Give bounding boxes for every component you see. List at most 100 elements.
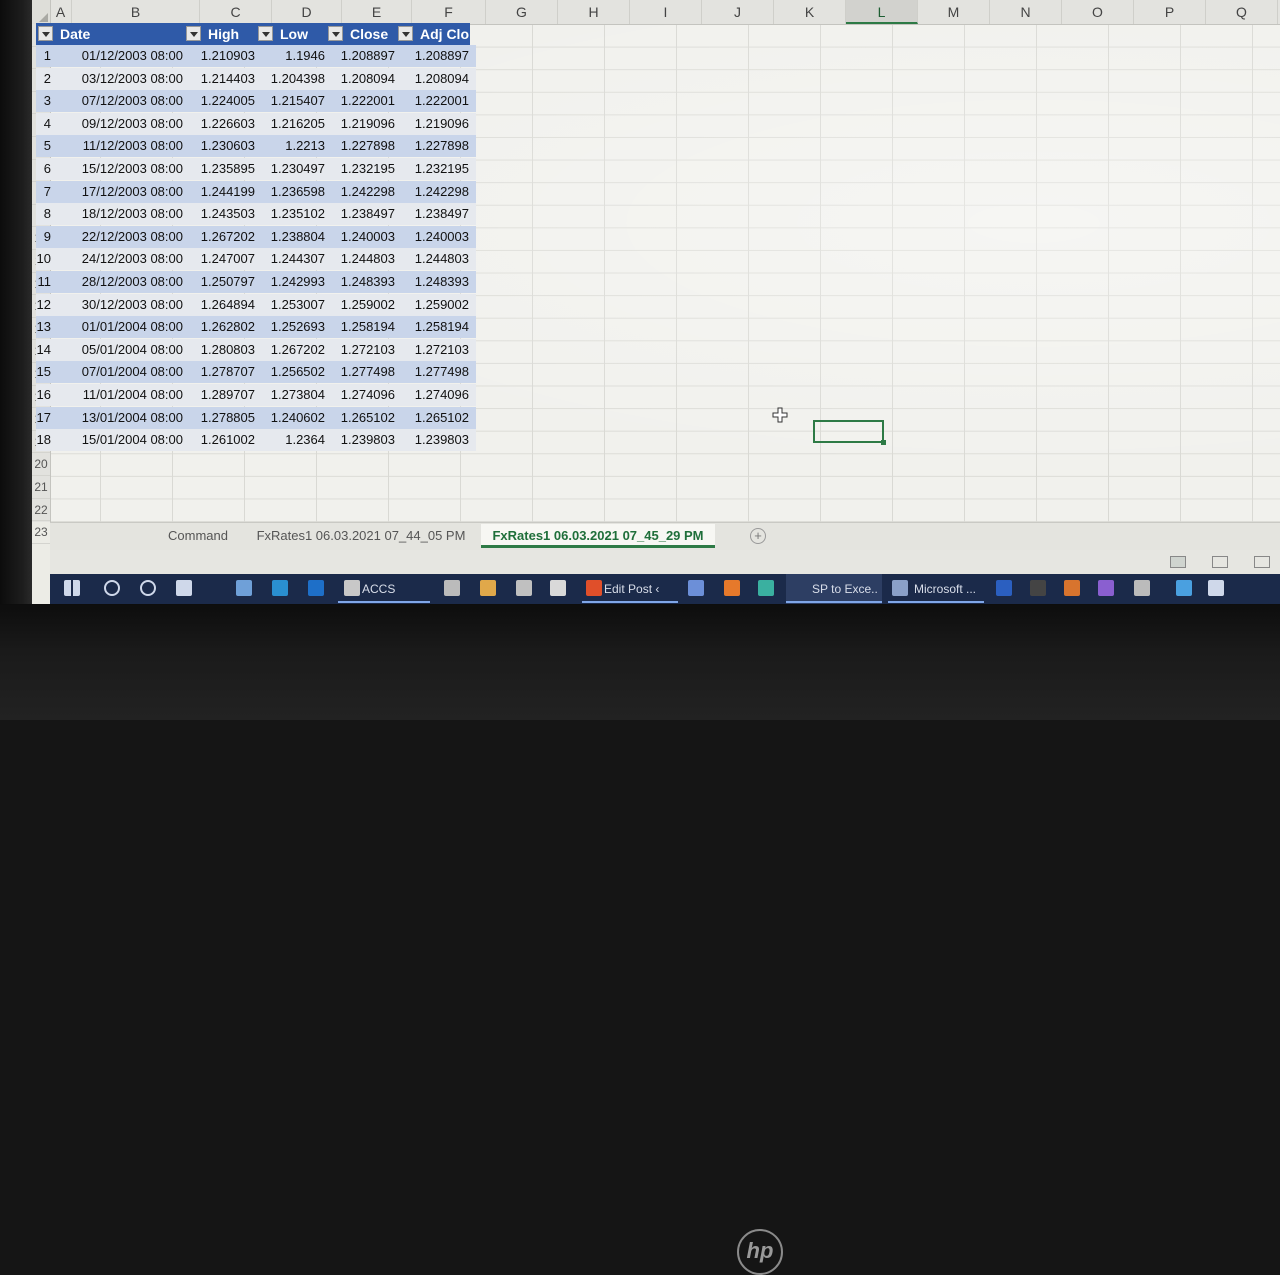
- date-cell[interactable]: 05/01/2004 08:00: [54, 339, 186, 361]
- date-cell[interactable]: 15/12/2003 08:00: [54, 158, 186, 180]
- column-header-G[interactable]: G: [486, 0, 558, 24]
- column-header-C[interactable]: C: [200, 0, 272, 24]
- close-cell[interactable]: 1.242298: [328, 181, 398, 203]
- close-cell[interactable]: 1.240003: [328, 226, 398, 248]
- row-index-cell[interactable]: 8: [36, 203, 54, 225]
- table-row[interactable]: 5 11/12/2003 08:00 1.230603 1.2213 1.227898 1…: [36, 135, 476, 158]
- filter-dropdown-icon[interactable]: [186, 26, 201, 41]
- clock-icon[interactable]: [1098, 580, 1114, 596]
- select-all-button[interactable]: [32, 0, 51, 24]
- adj-close-cell[interactable]: 1.242298: [398, 181, 472, 203]
- adj-close-cell[interactable]: 1.244803: [398, 248, 472, 270]
- row-index-cell[interactable]: 15: [36, 361, 54, 383]
- close-cell[interactable]: 1.244803: [328, 248, 398, 270]
- date-cell[interactable]: 24/12/2003 08:00: [54, 248, 186, 270]
- search-icon[interactable]: [104, 580, 120, 596]
- table-row[interactable]: 7 17/12/2003 08:00 1.244199 1.236598 1.24229…: [36, 180, 476, 203]
- adj-close-cell[interactable]: 1.232195: [398, 158, 472, 180]
- row-index-cell[interactable]: 4: [36, 113, 54, 135]
- chevron-up-icon[interactable]: [1176, 580, 1192, 596]
- date-cell[interactable]: 11/01/2004 08:00: [54, 384, 186, 406]
- close-cell[interactable]: 1.208094: [328, 68, 398, 90]
- taskbar-label[interactable]: Microsoft ...: [914, 574, 980, 604]
- low-cell[interactable]: 1.238804: [258, 226, 328, 248]
- column-header-E[interactable]: E: [342, 0, 412, 24]
- table-row[interactable]: 1 01/12/2003 08:00 1.210903 1.1946 1.208897 1…: [36, 45, 476, 67]
- filter-dropdown-icon[interactable]: [398, 26, 413, 41]
- column-header-P[interactable]: P: [1134, 0, 1206, 24]
- high-cell[interactable]: 1.289707: [186, 384, 258, 406]
- close-cell[interactable]: 1.227898: [328, 135, 398, 157]
- row-index-cell[interactable]: 6: [36, 158, 54, 180]
- column-header-A[interactable]: A: [50, 0, 72, 24]
- date-cell[interactable]: 07/12/2003 08:00: [54, 90, 186, 112]
- adj-close-cell[interactable]: 1.239803: [398, 429, 472, 451]
- date-cell[interactable]: 17/12/2003 08:00: [54, 181, 186, 203]
- high-cell[interactable]: 1.235895: [186, 158, 258, 180]
- row-header-23[interactable]: 23: [32, 521, 50, 544]
- close-cell[interactable]: 1.219096: [328, 113, 398, 135]
- table-row[interactable]: 18 15/01/2004 08:00 1.261002 1.2364 1.239803…: [36, 429, 476, 452]
- high-cell[interactable]: 1.267202: [186, 226, 258, 248]
- game-controller-icon[interactable]: [516, 580, 532, 596]
- table-row[interactable]: 3 07/12/2003 08:00 1.224005 1.215407 1.22200…: [36, 90, 476, 113]
- row-index-cell[interactable]: 9: [36, 226, 54, 248]
- calculator-icon[interactable]: [236, 580, 252, 596]
- table-row[interactable]: 4 09/12/2003 08:00 1.226603 1.216205 1.21909…: [36, 112, 476, 135]
- low-cell[interactable]: 1.2213: [258, 135, 328, 157]
- adj-close-cell[interactable]: 1.238497: [398, 203, 472, 225]
- windows-start-icon[interactable]: [64, 580, 80, 596]
- firefox-icon[interactable]: [688, 580, 704, 596]
- row-header-22[interactable]: 22: [32, 499, 50, 522]
- high-cell[interactable]: 1.214403: [186, 68, 258, 90]
- column-header-H[interactable]: H: [558, 0, 630, 24]
- date-cell[interactable]: 01/01/2004 08:00: [54, 316, 186, 338]
- table-row[interactable]: 13 01/01/2004 08:00 1.262802 1.252693 1.2581…: [36, 316, 476, 339]
- adj-close-cell[interactable]: 1.222001: [398, 90, 472, 112]
- low-cell[interactable]: 1.252693: [258, 316, 328, 338]
- low-cell[interactable]: 1.236598: [258, 181, 328, 203]
- taskbar-label[interactable]: Edit Post ‹: [604, 574, 674, 604]
- add-sheet-button[interactable]: +: [750, 528, 766, 544]
- column-header-Q[interactable]: Q: [1206, 0, 1278, 24]
- low-cell[interactable]: 1.273804: [258, 384, 328, 406]
- visual-studio-icon[interactable]: [1064, 580, 1080, 596]
- cortana-icon[interactable]: [140, 580, 156, 596]
- low-cell[interactable]: 1.242993: [258, 271, 328, 293]
- selected-cell-L20[interactable]: [813, 420, 886, 445]
- terminal-icon[interactable]: [996, 580, 1012, 596]
- table-row[interactable]: 10 24/12/2003 08:00 1.247007 1.244307 1.2448…: [36, 248, 476, 271]
- sheet-tab-2[interactable]: FxRates1 06.03.2021 07_44_05 PM: [243, 524, 479, 548]
- high-cell[interactable]: 1.244199: [186, 181, 258, 203]
- table-row[interactable]: 6 15/12/2003 08:00 1.235895 1.230497 1.23219…: [36, 158, 476, 180]
- low-cell[interactable]: 1.240602: [258, 407, 328, 429]
- table-row[interactable]: 15 07/01/2004 08:00 1.278707 1.256502 1.2774…: [36, 361, 476, 384]
- low-cell[interactable]: 1.235102: [258, 203, 328, 225]
- edge-icon[interactable]: [272, 580, 288, 596]
- close-cell[interactable]: 1.274096: [328, 384, 398, 406]
- low-cell[interactable]: 1.244307: [258, 248, 328, 270]
- date-cell[interactable]: 01/12/2003 08:00: [54, 45, 186, 67]
- adj-close-cell[interactable]: 1.240003: [398, 226, 472, 248]
- table-row[interactable]: 8 18/12/2003 08:00 1.243503 1.235102 1.23849…: [36, 203, 476, 226]
- close-cell[interactable]: 1.238497: [328, 203, 398, 225]
- close-cell[interactable]: 1.222001: [328, 90, 398, 112]
- date-cell[interactable]: 03/12/2003 08:00: [54, 68, 186, 90]
- low-cell[interactable]: 1.215407: [258, 90, 328, 112]
- row-index-cell[interactable]: 17: [36, 407, 54, 429]
- browser-icon[interactable]: [1134, 580, 1150, 596]
- row-index-cell[interactable]: 7: [36, 181, 54, 203]
- high-cell[interactable]: 1.261002: [186, 429, 258, 451]
- row-index-cell[interactable]: 5: [36, 135, 54, 157]
- adj-close-cell[interactable]: 1.272103: [398, 339, 472, 361]
- date-cell[interactable]: 13/01/2004 08:00: [54, 407, 186, 429]
- date-cell[interactable]: 11/12/2003 08:00: [54, 135, 186, 157]
- high-cell[interactable]: 1.230603: [186, 135, 258, 157]
- adj-close-cell[interactable]: 1.219096: [398, 113, 472, 135]
- high-cell[interactable]: 1.278805: [186, 407, 258, 429]
- high-cell[interactable]: 1.224005: [186, 90, 258, 112]
- filter-dropdown-icon[interactable]: [328, 26, 343, 41]
- filter-dropdown-icon[interactable]: [258, 26, 273, 41]
- date-cell[interactable]: 18/12/2003 08:00: [54, 203, 186, 225]
- date-cell[interactable]: 22/12/2003 08:00: [54, 226, 186, 248]
